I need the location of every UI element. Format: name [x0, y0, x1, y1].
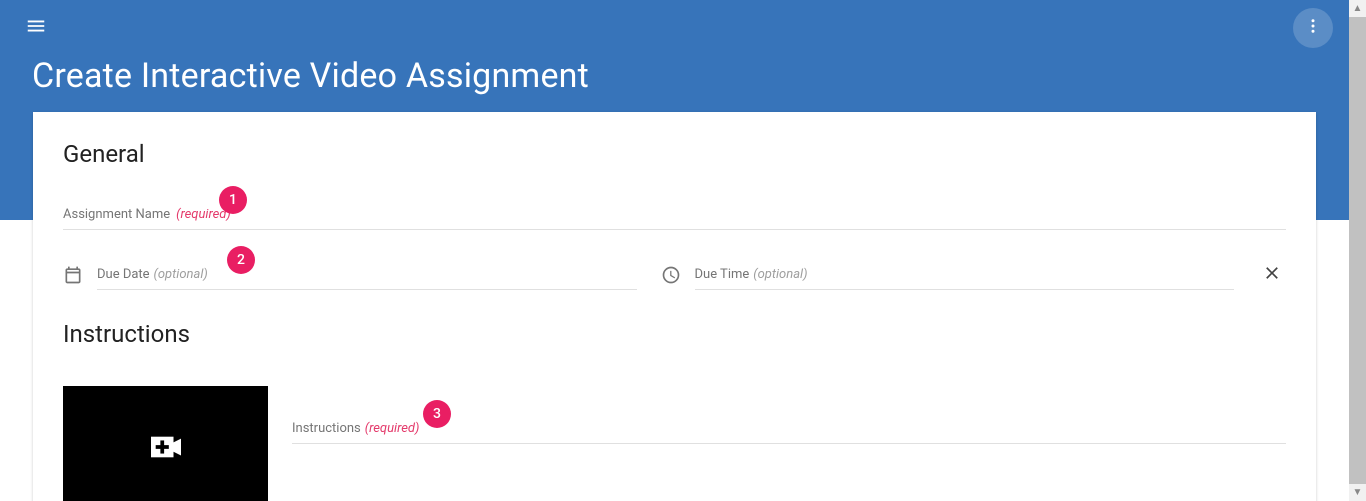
instructions-field[interactable]: 3 Instructions (required)	[292, 380, 1286, 444]
badge-3: 3	[423, 400, 451, 428]
more-vertical-icon	[1304, 17, 1322, 39]
topbar	[0, 0, 1349, 56]
general-heading: General	[63, 140, 1286, 168]
scroll-down-icon: ▼	[1349, 484, 1366, 501]
scroll-up-icon: ▲	[1349, 0, 1366, 17]
video-add-icon	[151, 436, 181, 462]
due-time-label: Due Time	[695, 267, 750, 282]
menu-button[interactable]	[16, 8, 56, 48]
more-options-button[interactable]	[1293, 8, 1333, 48]
due-date-label: Due Date	[97, 267, 150, 282]
due-date-field[interactable]: 2 Due Date (optional)	[63, 260, 637, 290]
instructions-hint: (required)	[365, 421, 420, 436]
assignment-name-field[interactable]: 1 Assignment Name (required)	[63, 200, 1286, 230]
badge-2: 2	[227, 246, 255, 274]
instructions-heading: Instructions	[63, 320, 1286, 348]
due-date-hint: (optional)	[154, 267, 208, 282]
hamburger-icon	[25, 15, 47, 41]
calendar-icon	[63, 265, 83, 285]
close-icon	[1262, 263, 1282, 287]
assignment-name-label: Assignment Name	[63, 207, 170, 222]
scrollbar[interactable]: ▲ ▼	[1349, 0, 1366, 501]
add-video-button[interactable]	[63, 386, 268, 501]
scrollbar-thumb[interactable]	[1349, 17, 1366, 484]
page-title: Create Interactive Video Assignment	[32, 56, 589, 96]
clock-icon	[661, 265, 681, 285]
main-card: General 1 Assignment Name (required)	[33, 112, 1316, 501]
instructions-label: Instructions	[292, 421, 361, 436]
clear-datetime-button[interactable]	[1258, 263, 1286, 287]
due-time-field[interactable]: Due Time (optional)	[661, 260, 1235, 290]
badge-1: 1	[219, 186, 247, 214]
due-time-hint: (optional)	[753, 267, 807, 282]
